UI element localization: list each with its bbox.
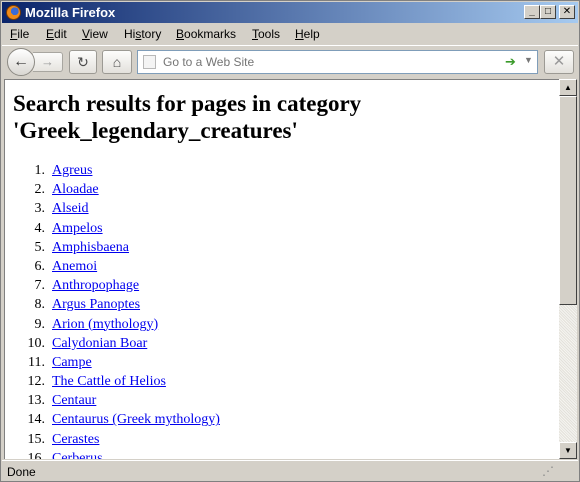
result-number: 11. <box>28 354 45 370</box>
result-item: 16. Cerberus <box>13 449 553 459</box>
title-bar[interactable]: Mozilla Firefox _ □ ✕ <box>2 2 578 23</box>
scroll-down-button[interactable]: ▼ <box>559 442 577 459</box>
search-results-list: 1. Agreus 2. Aloadae 3. Alseid 4. Ampelos 5. Amph… <box>13 161 553 459</box>
page-content: Search results for pages in category 'Gr… <box>13 90 553 459</box>
result-link[interactable]: Amphisbaena <box>52 238 129 257</box>
navigation-toolbar: → ← ↻ ⌂ ➔ ▼ ✕ <box>2 45 578 77</box>
scroll-up-button[interactable]: ▲ <box>559 79 577 96</box>
result-number: 15. <box>27 431 46 447</box>
back-forward-group: → ← <box>7 48 63 76</box>
result-number: 12. <box>27 374 46 390</box>
menu-help[interactable]: Help <box>295 27 320 41</box>
menu-edit-accesskey: E <box>46 27 55 41</box>
result-link[interactable]: Ampelos <box>52 219 103 238</box>
result-item: 8. Argus Panoptes <box>13 295 553 314</box>
result-item: 10. Calydonian Boar <box>13 334 553 353</box>
result-link[interactable]: The Cattle of Helios <box>52 372 166 391</box>
result-item: 14. Centaurus (Greek mythology) <box>13 410 553 429</box>
url-history-dropdown-icon[interactable]: ▼ <box>524 55 533 65</box>
home-button[interactable]: ⌂ <box>102 50 132 74</box>
result-number: 1. <box>34 163 46 178</box>
menu-history-label: tory <box>141 27 162 41</box>
result-link[interactable]: Arion (mythology) <box>52 315 158 334</box>
result-link[interactable]: Aloadae <box>52 180 99 199</box>
status-bar: Done ⋰ <box>2 460 578 481</box>
result-item: 12. The Cattle of Helios <box>13 372 553 391</box>
go-arrow-icon[interactable]: ➔ <box>505 54 516 70</box>
forward-button[interactable]: → <box>33 52 63 72</box>
result-link[interactable]: Centaurus (Greek mythology) <box>52 410 220 429</box>
page-viewport[interactable]: Search results for pages in category 'Gr… <box>4 79 577 459</box>
menu-history-prefix: Hi <box>124 27 136 41</box>
result-number: 4. <box>34 220 46 236</box>
resize-grip-icon[interactable]: ⋰ <box>542 464 554 478</box>
menu-view-accesskey: V <box>82 27 90 41</box>
result-item: 2. Aloadae <box>13 180 553 199</box>
result-number: 7. <box>34 278 46 294</box>
result-link[interactable]: Argus Panoptes <box>52 295 140 314</box>
result-number: 16. <box>27 450 46 459</box>
result-number: 10. <box>27 335 46 351</box>
result-number: 9. <box>34 316 46 332</box>
menu-file-label: ile <box>17 27 30 41</box>
page-heading: Search results for pages in category 'Gr… <box>13 91 362 143</box>
result-link[interactable]: Cerastes <box>52 430 99 449</box>
menu-edit[interactable]: Edit <box>46 27 67 41</box>
url-bar[interactable]: ➔ ▼ <box>137 50 538 74</box>
result-number: 5. <box>34 239 46 255</box>
status-text: Done <box>7 465 36 479</box>
vertical-scrollbar[interactable]: ▲ ▼ <box>559 79 577 459</box>
result-link[interactable]: Alseid <box>52 199 89 218</box>
window-title: Mozilla Firefox <box>25 5 116 20</box>
result-item: 15. Cerastes <box>13 430 553 449</box>
back-button[interactable]: ← <box>7 48 35 76</box>
reload-button[interactable]: ↻ <box>69 50 97 74</box>
result-item: 9. Arion (mythology) <box>13 315 553 334</box>
menu-bookmarks-label: ookmarks <box>184 27 237 41</box>
result-item: 6. Anemoi <box>13 257 553 276</box>
menu-history[interactable]: History <box>124 27 161 41</box>
menu-edit-label: dit <box>54 27 67 41</box>
menu-help-accesskey: H <box>295 27 304 41</box>
minimize-button[interactable]: _ <box>524 5 540 19</box>
menu-file[interactable]: File <box>10 27 29 41</box>
menu-bookmarks[interactable]: Bookmarks <box>176 27 236 41</box>
menu-bar: File Edit View History Bookmarks Tools H… <box>2 24 578 44</box>
result-item: 5. Amphisbaena <box>13 238 553 257</box>
close-window-button[interactable]: ✕ <box>559 5 575 19</box>
result-item: 3. Alseid <box>13 199 553 218</box>
browser-window: Mozilla Firefox _ □ ✕ File Edit View His… <box>0 0 580 482</box>
menu-view-label: iew <box>89 27 108 41</box>
result-link[interactable]: Campe <box>52 353 92 372</box>
result-number: 14. <box>27 412 46 428</box>
result-item: 11. Campe <box>13 353 553 372</box>
result-number: 8. <box>34 297 46 313</box>
menu-help-label: elp <box>303 27 320 41</box>
page-favicon-icon <box>143 55 156 69</box>
firefox-logo-icon <box>6 5 21 20</box>
result-link[interactable]: Anemoi <box>52 257 97 276</box>
result-number: 13. <box>27 393 46 409</box>
menu-view[interactable]: View <box>82 27 108 41</box>
result-item: 13. Centaur <box>13 391 553 410</box>
stop-button[interactable]: ✕ <box>544 50 574 74</box>
result-item: 4. Ampelos <box>13 219 553 238</box>
maximize-button[interactable]: □ <box>540 5 556 19</box>
result-number: 2. <box>34 182 46 198</box>
result-link[interactable]: Centaur <box>52 391 96 410</box>
result-number: 6. <box>34 258 46 274</box>
result-item: 1. Agreus <box>13 161 553 180</box>
menu-tools[interactable]: Tools <box>252 27 280 41</box>
result-link[interactable]: Anthropophage <box>52 276 139 295</box>
result-link[interactable]: Calydonian Boar <box>52 334 147 353</box>
url-input[interactable] <box>163 54 493 70</box>
result-item: 7. Anthropophage <box>13 276 553 295</box>
menu-tools-label: ools <box>258 27 281 41</box>
result-link[interactable]: Cerberus <box>52 449 103 459</box>
scrollbar-thumb[interactable] <box>559 96 577 305</box>
result-link[interactable]: Agreus <box>52 161 92 180</box>
result-number: 3. <box>34 201 46 217</box>
menu-bookmarks-accesskey: B <box>176 27 185 41</box>
